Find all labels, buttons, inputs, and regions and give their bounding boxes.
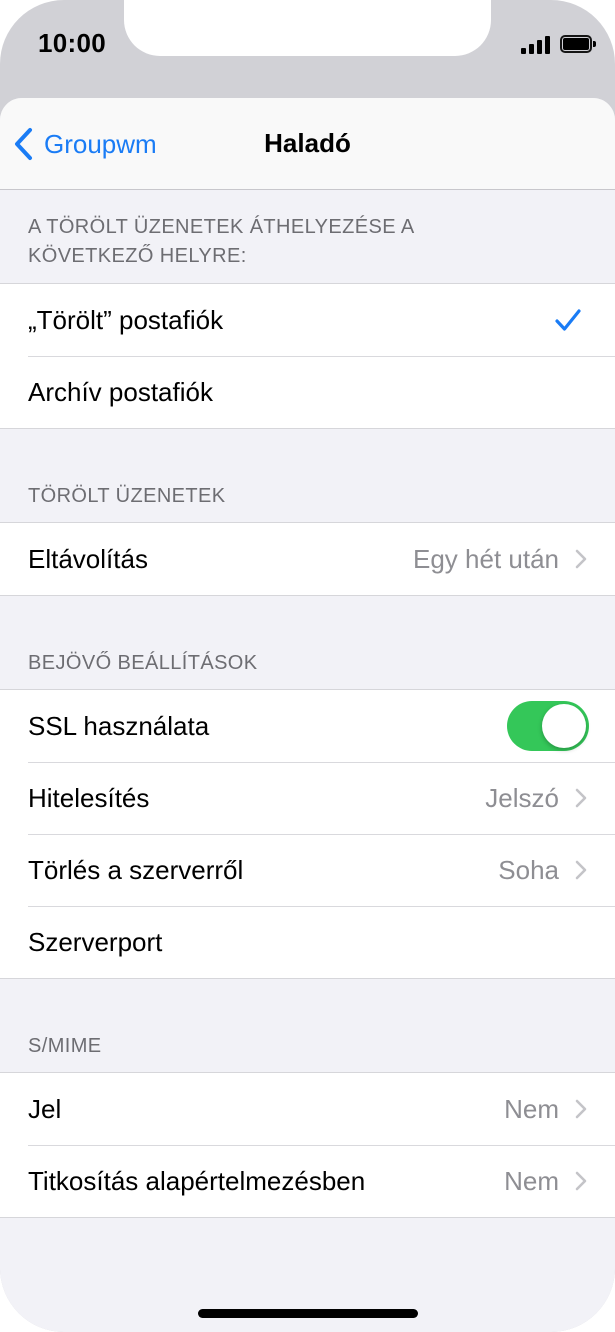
battery-icon xyxy=(560,35,596,53)
authentication-row[interactable]: Hitelesítés Jelszó xyxy=(0,762,615,834)
server-port-row[interactable]: Szerverport xyxy=(0,906,615,978)
row-value: Soha xyxy=(498,854,559,885)
row-label: Eltávolítás xyxy=(28,543,148,574)
section-header-move-deleted: A TÖRÖLT ÜZENETEK ÁTHELYEZÉSE A KÖVETKEZ… xyxy=(0,190,615,283)
status-bar: 10:00 xyxy=(0,0,615,98)
row-value: Nem xyxy=(504,1165,559,1196)
section-header-smime: S/MIME xyxy=(28,1035,102,1057)
sign-row[interactable]: Jel Nem xyxy=(0,1073,615,1145)
section-header-line: KÖVETKEZŐ HELYRE: xyxy=(28,245,247,267)
row-label: „Törölt” postafiók xyxy=(28,304,224,335)
row-label: Törlés a szerverről xyxy=(28,854,244,885)
section-header-line: A TÖRÖLT ÜZENETEK ÁTHELYEZÉSE A xyxy=(28,216,415,238)
page-title: Haladó xyxy=(264,128,351,158)
row-value: Nem xyxy=(504,1093,559,1124)
section-header-deleted-messages: TÖRÖLT ÜZENETEK xyxy=(28,485,226,507)
option-archive-mailbox[interactable]: Archív postafiók xyxy=(0,356,615,428)
chevron-right-icon xyxy=(575,788,587,808)
status-time: 10:00 xyxy=(38,28,106,58)
row-value: Egy hét után xyxy=(413,543,559,574)
row-label: Titkosítás alapértelmezésben xyxy=(28,1165,366,1196)
checkmark-icon xyxy=(555,309,581,331)
smime-group: Jel Nem Titkosítás alapértelmezésben Nem xyxy=(0,1072,615,1218)
row-label: Jel xyxy=(28,1093,62,1124)
toggle-knob xyxy=(542,704,586,748)
row-label: Hitelesítés xyxy=(28,782,150,813)
row-value: Jelszó xyxy=(485,782,559,813)
delete-from-server-row[interactable]: Törlés a szerverről Soha xyxy=(0,834,615,906)
row-label: SSL használata xyxy=(28,710,210,741)
option-trash-mailbox[interactable]: „Törölt” postafiók xyxy=(0,284,615,356)
chevron-right-icon xyxy=(575,1099,587,1119)
settings-sheet: Groupwm Haladó A TÖRÖLT ÜZENETEK ÁTHELYE… xyxy=(0,98,615,1332)
device-screen: 10:00 Groupwm Haladó A TÖRÖLT ÜZENETEK Á… xyxy=(0,0,615,1332)
notch xyxy=(124,0,491,56)
deleted-messages-group: Eltávolítás Egy hét után xyxy=(0,522,615,596)
navigation-bar: Groupwm Haladó xyxy=(0,98,615,190)
move-deleted-group: „Törölt” postafiók Archív postafiók xyxy=(0,283,615,429)
chevron-right-icon xyxy=(575,860,587,880)
home-indicator[interactable] xyxy=(198,1309,418,1318)
section-header-incoming: BEJÖVŐ BEÁLLÍTÁSOK xyxy=(28,652,258,674)
incoming-settings-group: SSL használata Hitelesítés Jelszó Törlés… xyxy=(0,689,615,979)
row-label: Archív postafiók xyxy=(28,376,213,407)
chevron-right-icon xyxy=(575,1171,587,1191)
chevron-right-icon xyxy=(575,549,587,569)
row-label: Szerverport xyxy=(28,926,163,957)
encrypt-by-default-row[interactable]: Titkosítás alapértelmezésben Nem xyxy=(0,1145,615,1217)
remove-row[interactable]: Eltávolítás Egy hét után xyxy=(0,523,615,595)
signal-icon xyxy=(521,34,551,54)
ssl-toggle[interactable] xyxy=(507,701,589,751)
ssl-row: SSL használata xyxy=(0,690,615,762)
